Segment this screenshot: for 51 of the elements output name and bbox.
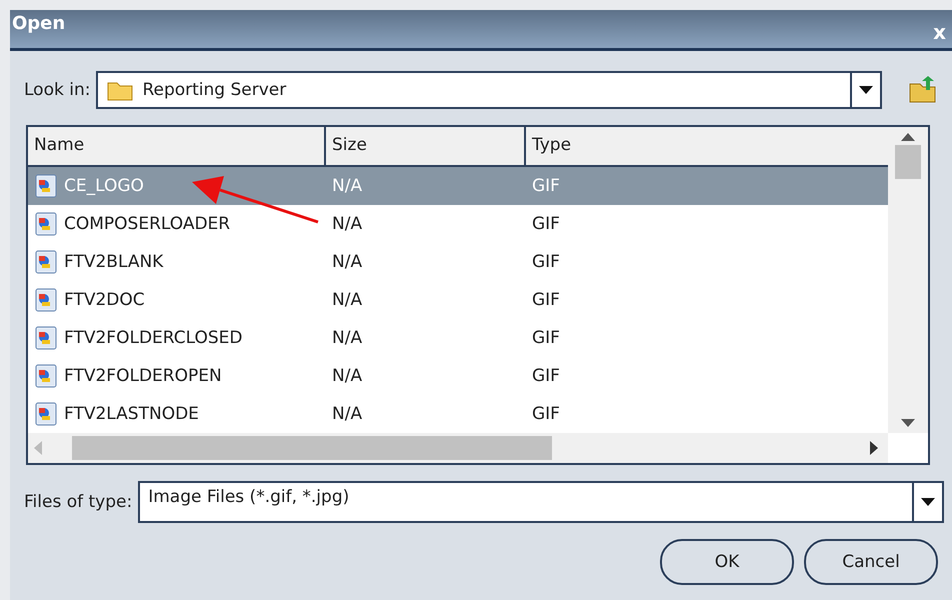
scroll-up-icon[interactable] (901, 131, 915, 141)
image-file-icon (34, 402, 58, 426)
file-name: FTV2FOLDERCLOSED (28, 326, 326, 350)
scroll-right-icon[interactable] (870, 441, 880, 455)
file-size: N/A (331, 214, 364, 234)
scroll-down-icon[interactable] (901, 419, 915, 429)
column-header[interactable]: Name (28, 127, 326, 165)
file-type: GIF (531, 290, 561, 310)
horizontal-scrollbar[interactable] (28, 433, 888, 463)
file-type: GIF (531, 328, 561, 348)
ok-button[interactable]: OK (660, 539, 794, 585)
window-title: Open (12, 13, 66, 34)
file-name: FTV2DOC (28, 288, 326, 312)
column-header[interactable]: Size (326, 127, 526, 165)
image-file-icon (34, 326, 58, 350)
file-name: FTV2FOLDEROPEN (28, 364, 326, 388)
file-type: GIF (531, 176, 561, 196)
file-size: N/A (331, 176, 364, 196)
file-size: N/A (331, 404, 364, 424)
file-type-dropdown[interactable]: Image Files (*.gif, *.jpg) (138, 481, 944, 523)
image-file-icon (34, 288, 58, 312)
scroll-thumb[interactable] (895, 145, 921, 179)
file-name: FTV2BLANK (28, 250, 326, 274)
column-header[interactable]: Type (526, 127, 888, 165)
file-type: GIF (531, 404, 561, 424)
image-file-icon (34, 212, 58, 236)
scroll-left-icon[interactable] (32, 441, 42, 455)
file-type: GIF (531, 214, 561, 234)
scroll-thumb[interactable] (72, 436, 552, 460)
cancel-button[interactable]: Cancel (804, 539, 938, 585)
image-file-icon (34, 174, 58, 198)
image-file-icon (34, 364, 58, 388)
file-size: N/A (331, 252, 364, 272)
folder-up-icon[interactable] (908, 76, 938, 104)
image-file-icon (34, 250, 58, 274)
look-in-dropdown[interactable]: Reporting Server (96, 71, 882, 109)
caret-icon (921, 498, 935, 506)
file-name: FTV2LASTNODE (28, 402, 326, 426)
file-size: N/A (331, 366, 364, 386)
file-type-value: Image Files (*.gif, *.jpg) (147, 486, 350, 509)
file-type: GIF (531, 252, 561, 272)
file-type: GIF (531, 366, 561, 386)
vertical-scrollbar[interactable] (888, 127, 928, 433)
look-in-label: Look in: (24, 80, 90, 100)
file-size: N/A (331, 328, 364, 348)
file-name: CE_LOGO (28, 174, 326, 198)
file-name: COMPOSERLOADER (28, 212, 326, 236)
caret-icon (859, 86, 873, 94)
files-of-type-label: Files of type: (24, 492, 132, 512)
look-in-value: Reporting Server (98, 78, 850, 102)
file-size: N/A (331, 290, 364, 310)
